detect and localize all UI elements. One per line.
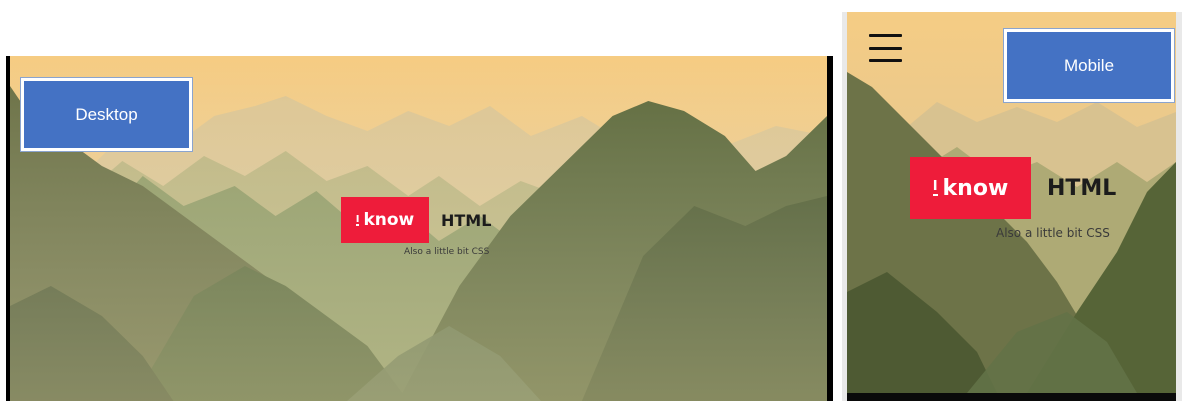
- hamburger-line: [869, 59, 902, 62]
- mobile-logo[interactable]: I know HTML: [910, 157, 1116, 219]
- hamburger-line: [869, 34, 902, 37]
- logo-tagline: Also a little bit CSS: [404, 247, 490, 257]
- mobile-callout-label: Mobile: [1003, 28, 1175, 103]
- badge-mark: I: [355, 213, 360, 226]
- hamburger-menu-icon[interactable]: [869, 34, 902, 62]
- badge-word-mobile: know: [942, 175, 1009, 201]
- logo-heading-mobile: HTML: [1047, 175, 1117, 201]
- badge-word: know: [363, 210, 415, 230]
- desktop-logo[interactable]: I know HTML: [341, 197, 491, 243]
- logo-tagline-mobile: Also a little bit CSS: [996, 226, 1110, 240]
- badge-mark-mobile: I: [932, 178, 938, 196]
- know-badge-mobile: I know: [910, 157, 1031, 219]
- desktop-callout-label: Desktop: [20, 77, 193, 152]
- comparison-stage: I know HTML Also a little bit CSS I know…: [0, 0, 1194, 401]
- know-badge: I know: [341, 197, 429, 243]
- hamburger-line: [869, 46, 902, 50]
- logo-heading: HTML: [441, 210, 492, 230]
- mobile-bottom-bar: [847, 393, 1176, 401]
